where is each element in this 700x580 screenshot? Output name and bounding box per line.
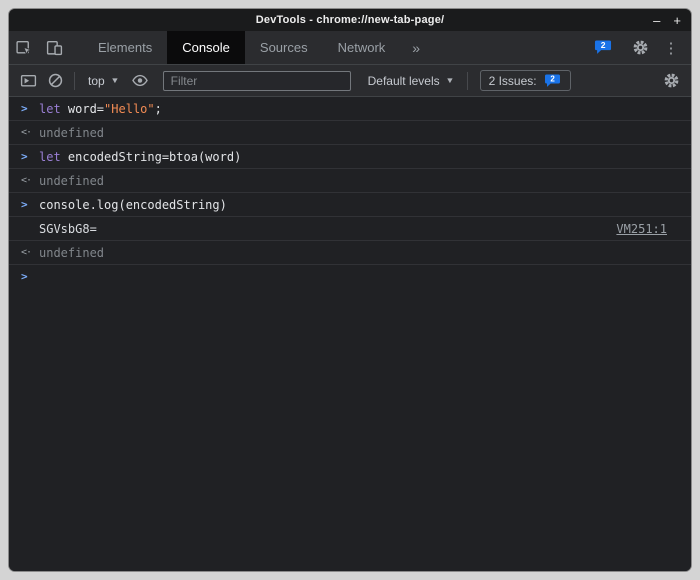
console-sidebar-icon (20, 72, 37, 89)
code-token: encodedString=btoa(word) (60, 150, 242, 164)
chevron-double-right-icon: » (412, 39, 421, 56)
filter-input[interactable] (162, 70, 351, 91)
console-input-row: > let word="Hello"; (9, 97, 691, 121)
javascript-context-selector[interactable]: top ▼ (80, 74, 127, 88)
log-levels-selector[interactable]: Default levels ▼ (360, 74, 462, 88)
settings-button[interactable] (625, 39, 655, 56)
tab-network[interactable]: Network (323, 31, 401, 64)
device-toolbar-icon (46, 39, 63, 56)
console-result-row: <· undefined (9, 241, 691, 265)
code-token-string: "Hello" (104, 102, 155, 116)
tab-label: Network (337, 40, 386, 55)
tab-sources[interactable]: Sources (245, 31, 323, 64)
console-result-value: undefined (39, 126, 105, 140)
console-result-value: undefined (39, 174, 105, 188)
input-chevron-icon: > (21, 150, 28, 163)
console-result-value: undefined (39, 246, 105, 260)
chevron-down-icon: ▼ (110, 76, 120, 85)
gear-icon (632, 39, 649, 56)
tab-label: Console (182, 40, 230, 55)
console-result-row: <· undefined (9, 169, 691, 193)
console-input-row: > console.log(encodedString) (9, 193, 691, 217)
issues-bubble-icon: 2 (543, 74, 562, 88)
inspect-cursor-icon (15, 39, 33, 56)
window-titlebar: DevTools - chrome://new-tab-page/ – + (9, 9, 691, 31)
code-token: word= (60, 102, 105, 116)
clear-console-button[interactable] (42, 68, 69, 94)
return-arrow-icon: <· (21, 247, 32, 258)
tab-elements[interactable]: Elements (83, 31, 167, 64)
return-arrow-icon: <· (21, 127, 32, 138)
clear-console-icon (47, 72, 64, 89)
return-arrow-icon: <· (21, 175, 32, 186)
console-sidebar-toggle-button[interactable] (15, 68, 42, 94)
console-log-output-row: SGVsbG8= VM251:1 (9, 217, 691, 241)
issues-button-label: 2 Issues: (488, 73, 537, 88)
chevron-down-icon: ▼ (445, 76, 455, 85)
code-token-keyword: let (39, 150, 61, 164)
input-chevron-icon: > (21, 198, 28, 211)
console-settings-button[interactable] (658, 68, 685, 94)
panel-tabs: Elements Console Sources Network (83, 31, 400, 64)
create-live-expression-button[interactable] (127, 68, 154, 94)
devtools-window: DevTools - chrome://new-tab-page/ – + El… (9, 9, 691, 571)
issues-counter-badge[interactable]: 2 (585, 40, 621, 55)
source-location-link[interactable]: VM251:1 (616, 222, 667, 236)
toolbar-divider (466, 71, 468, 90)
issues-button[interactable]: 2 Issues: 2 (479, 70, 571, 91)
inspect-element-button[interactable] (9, 31, 39, 64)
window-title: DevTools - chrome://new-tab-page/ (255, 14, 445, 26)
log-levels-label: Default levels (367, 73, 440, 88)
main-menu-button[interactable]: ⋮ (659, 39, 683, 57)
console-command: let word="Hello"; (39, 102, 162, 116)
device-toolbar-toggle-button[interactable] (39, 31, 69, 64)
console-log-area: > let word="Hello"; <· undefined > let e… (9, 97, 691, 571)
devtools-tabbar: Elements Console Sources Network » 2 ⋮ (9, 31, 691, 65)
tab-label: Sources (259, 40, 308, 55)
gear-icon (663, 72, 680, 89)
window-minimize-button[interactable]: – (653, 14, 660, 27)
input-chevron-icon: > (21, 102, 28, 115)
issues-bubble-icon: 2 (593, 40, 613, 55)
tab-label: Elements (98, 40, 153, 55)
kebab-menu-icon: ⋮ (663, 39, 679, 57)
window-close-button[interactable]: + (673, 14, 681, 27)
toolbar-divider (74, 71, 75, 90)
code-token-keyword: let (39, 102, 61, 116)
code-token: ; (154, 102, 162, 116)
console-toolbar: top ▼ Default levels ▼ 2 Issues: 2 (9, 65, 691, 97)
console-command: console.log(encodedString) (39, 198, 227, 212)
context-selector-label: top (88, 73, 105, 88)
console-command: let encodedString=btoa(word) (39, 150, 241, 164)
window-controls: – + (653, 9, 681, 31)
console-input-row: > let encodedString=btoa(word) (9, 145, 691, 169)
svg-text:2: 2 (550, 74, 555, 83)
eye-icon (131, 72, 149, 89)
code-token: console.log(encodedString) (39, 198, 227, 212)
console-prompt-row[interactable]: > (9, 265, 691, 288)
more-tabs-button[interactable]: » (400, 31, 432, 64)
tabbar-right-controls: 2 ⋮ (585, 31, 691, 64)
prompt-chevron-icon: > (21, 270, 28, 283)
console-result-row: <· undefined (9, 121, 691, 145)
svg-text:2: 2 (601, 40, 606, 50)
console-log-message: SGVsbG8= (39, 222, 97, 236)
tab-console[interactable]: Console (167, 31, 245, 64)
